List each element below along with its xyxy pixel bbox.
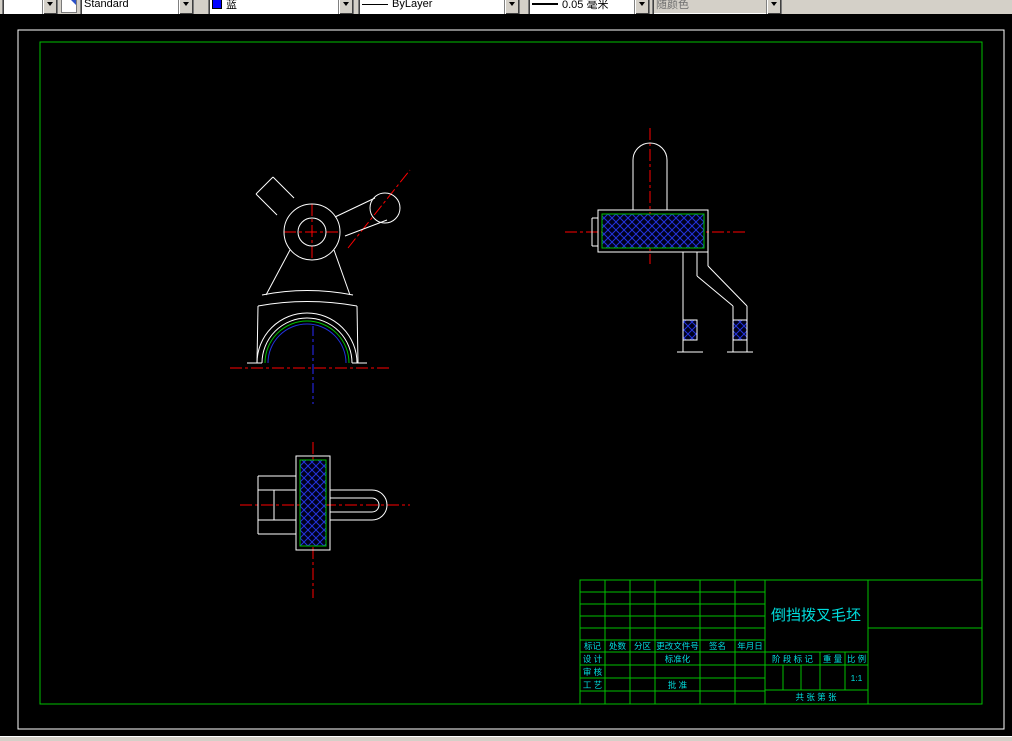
title-block: 倒挡拨叉毛坯 标记 处数 分区 更改文件号 签名 年月日 设 计 标准化 审 核… — [579, 579, 983, 705]
revision-header-cell: 标记 — [584, 641, 602, 651]
scale-label: 比 例 — [847, 654, 866, 664]
color-combo-value: 蓝 — [226, 0, 237, 11]
scale-value: 1:1 — [851, 673, 863, 683]
sheet-info: 共 张 第 张 — [795, 692, 837, 702]
properties-toolbar: Standard 蓝 ByLayer 0.05 毫米 随颜色 — [0, 0, 1012, 15]
top-hub-hatch — [299, 459, 327, 547]
chevron-down-icon — [343, 2, 349, 6]
lineweight-combo-dropdown-button[interactable] — [634, 0, 649, 14]
linetype-combo-field[interactable]: ByLayer — [359, 0, 504, 14]
workspace-combo-value[interactable] — [3, 0, 42, 14]
plotstyle-combo-dropdown-button[interactable] — [766, 0, 781, 14]
revision-header-cell: 年月日 — [737, 641, 763, 651]
revision-header-cell: 处数 — [609, 641, 627, 651]
process-label: 工 艺 — [583, 680, 602, 690]
arch-green-arc — [264, 320, 350, 364]
chevron-down-icon — [509, 2, 515, 6]
drawing-frame — [39, 41, 983, 705]
left-leg-hatch — [682, 319, 698, 341]
linetype-combo-value: ByLayer — [392, 0, 433, 10]
workspace-combo[interactable] — [2, 0, 58, 14]
plotstyle-combo[interactable]: 随颜色 — [652, 0, 782, 14]
drawing-svg: 倒挡拨叉毛坯 标记 处数 分区 更改文件号 签名 年月日 设 计 标准化 审 核… — [17, 29, 1005, 730]
design-label: 设 计 — [583, 654, 603, 664]
part-name: 倒挡拨叉毛坯 — [771, 607, 861, 624]
linetype-sample-icon — [362, 3, 388, 5]
plotstyle-combo-value[interactable]: 随颜色 — [653, 0, 766, 14]
arch-outer-arc — [256, 312, 358, 364]
side-view — [565, 128, 753, 353]
front-view — [230, 169, 411, 404]
style-combo[interactable]: Standard — [80, 0, 194, 14]
linetype-combo-dropdown-button[interactable] — [504, 0, 519, 14]
left-lug — [255, 176, 295, 216]
stage-mark-label: 阶 段 标 记 — [772, 654, 814, 664]
chevron-down-icon — [47, 2, 53, 6]
linetype-combo[interactable]: ByLayer — [358, 0, 520, 14]
revision-header-row: 标记 处数 分区 更改文件号 签名 年月日 — [584, 641, 763, 651]
chevron-down-icon — [771, 2, 777, 6]
revision-header-cell: 签名 — [709, 641, 726, 651]
lineweight-combo-field[interactable]: 0.05 毫米 — [529, 0, 634, 14]
paper-border — [17, 29, 1005, 730]
lineweight-combo[interactable]: 0.05 毫米 — [528, 0, 650, 14]
standardization-label: 标准化 — [665, 654, 691, 664]
style-combo-dropdown-button[interactable] — [178, 0, 193, 14]
lineweight-combo-value: 0.05 毫米 — [562, 0, 609, 11]
chevron-down-icon — [639, 2, 645, 6]
right-lug — [334, 192, 401, 237]
title-block-fields: 阶 段 标 记 重 量 比 例 1:1 共 张 第 张 — [772, 654, 866, 702]
cad-application-window: Standard 蓝 ByLayer 0.05 毫米 随颜色 倒挡拨叉毛坯 标记… — [0, 0, 1012, 741]
right-leg-hatch — [732, 319, 748, 341]
color-combo-dropdown-button[interactable] — [338, 0, 353, 14]
top-view — [240, 442, 410, 598]
model-space-canvas[interactable]: 倒挡拨叉毛坯 标记 处数 分区 更改文件号 签名 年月日 设 计 标准化 审 核… — [0, 14, 1012, 737]
command-area-edge — [0, 736, 1012, 741]
chevron-down-icon — [183, 2, 189, 6]
text-style-icon[interactable] — [61, 0, 77, 13]
revision-header-cell: 更改文件号 — [656, 641, 699, 651]
role-labels: 设 计 标准化 审 核 工 艺 批 准 — [583, 654, 691, 690]
weight-label: 重 量 — [823, 654, 843, 664]
blue-color-swatch-icon — [212, 0, 222, 9]
check-label: 审 核 — [583, 667, 603, 677]
lineweight-sample-icon — [532, 3, 558, 5]
arch-blue-arc — [267, 323, 347, 364]
approve-label: 批 准 — [668, 680, 688, 690]
style-combo-value[interactable]: Standard — [81, 0, 178, 14]
color-combo-field[interactable]: 蓝 — [209, 0, 338, 14]
workspace-combo-dropdown-button[interactable] — [42, 0, 57, 14]
page-corner-icon — [69, 0, 76, 5]
revision-header-cell: 分区 — [634, 641, 652, 651]
side-hub-hatch — [601, 213, 705, 249]
color-combo[interactable]: 蓝 — [208, 0, 354, 14]
